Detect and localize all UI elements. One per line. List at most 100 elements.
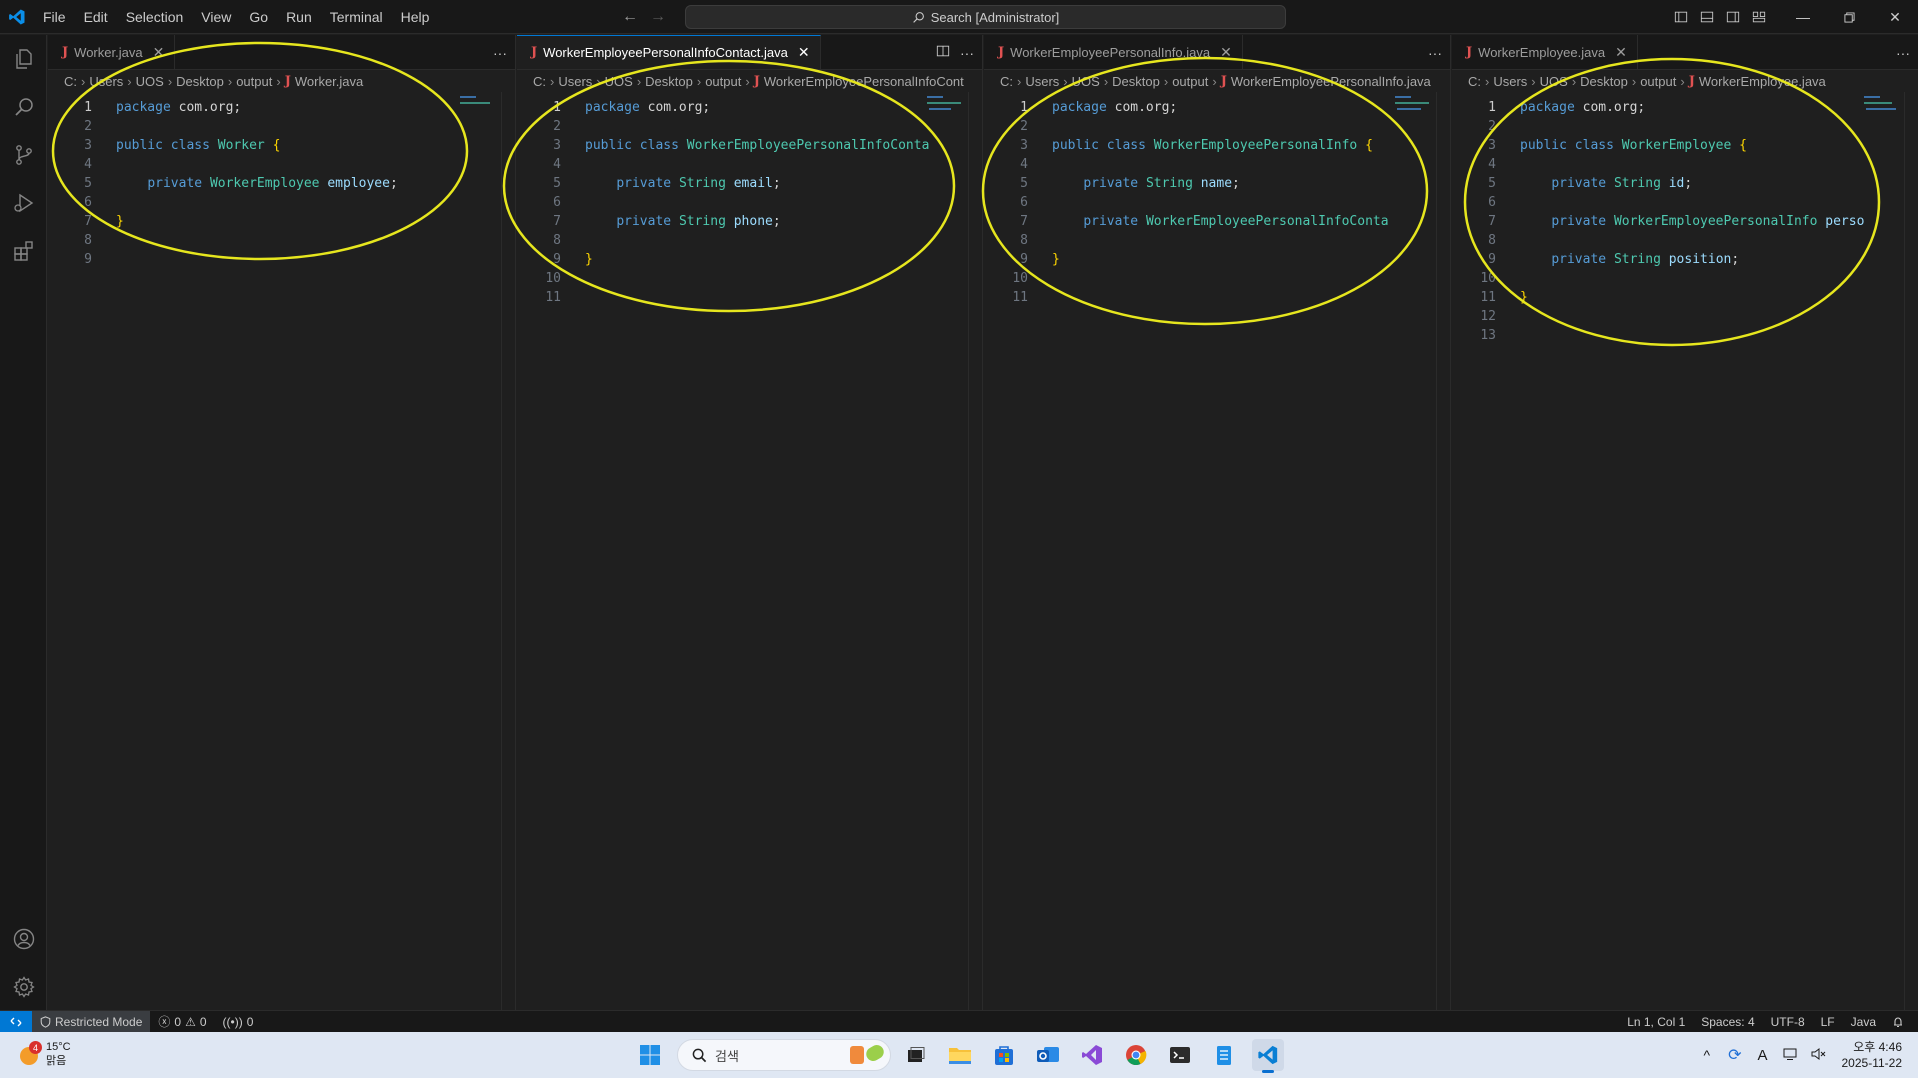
- menu-selection[interactable]: Selection: [117, 0, 193, 34]
- forward-arrow-icon[interactable]: →: [650, 8, 666, 26]
- back-arrow-icon[interactable]: ←: [622, 8, 638, 26]
- command-center-search[interactable]: Search [Administrator]: [685, 5, 1286, 29]
- breadcrumb-item[interactable]: C:: [1468, 74, 1481, 89]
- breadcrumb-item[interactable]: output: [705, 74, 741, 89]
- scrollbar[interactable]: [1436, 92, 1450, 1010]
- menu-file[interactable]: File: [34, 0, 75, 34]
- menu-edit[interactable]: Edit: [75, 0, 117, 34]
- scrollbar[interactable]: [1904, 92, 1918, 1010]
- accounts-icon[interactable]: [0, 915, 47, 963]
- file-explorer-icon[interactable]: [944, 1039, 976, 1071]
- close-window-button[interactable]: ✕: [1872, 0, 1918, 34]
- task-view-icon[interactable]: [900, 1039, 932, 1071]
- menu-terminal[interactable]: Terminal: [321, 0, 392, 34]
- close-tab-icon[interactable]: ✕: [153, 44, 165, 61]
- chrome-icon[interactable]: [1120, 1039, 1152, 1071]
- breadcrumb-item[interactable]: C:: [533, 74, 546, 89]
- problems-indicator[interactable]: ⓧ 0 ⚠ 0: [150, 1013, 214, 1030]
- weather-widget[interactable]: 4 15°C 맑음: [18, 1040, 71, 1068]
- tab-worker-employee-java[interactable]: J WorkerEmployee.java ✕: [1452, 35, 1638, 69]
- terminal-icon[interactable]: [1164, 1039, 1196, 1071]
- close-tab-icon[interactable]: ✕: [1615, 44, 1627, 61]
- more-actions-icon[interactable]: ···: [1428, 45, 1442, 61]
- breadcrumb-item[interactable]: Users: [558, 74, 592, 89]
- minimap[interactable]: [1862, 92, 1902, 152]
- breadcrumb-item[interactable]: output: [1640, 74, 1676, 89]
- toggle-panel-icon[interactable]: [1694, 0, 1720, 34]
- breadcrumb-item[interactable]: Users: [1493, 74, 1527, 89]
- close-tab-icon[interactable]: ✕: [1220, 44, 1232, 61]
- toggle-secondary-sidebar-icon[interactable]: [1720, 0, 1746, 34]
- cursor-position[interactable]: Ln 1, Col 1: [1619, 1015, 1693, 1029]
- tab-worker-employee-personal-info-contact-java[interactable]: J WorkerEmployeePersonalInfoContact.java…: [517, 35, 821, 69]
- minimize-button[interactable]: —: [1780, 0, 1826, 34]
- minimap[interactable]: [458, 92, 498, 152]
- menu-run[interactable]: Run: [277, 0, 321, 34]
- code-editor[interactable]: 1 package com.org; 2 3 public class WorkerEm…: [984, 98, 1450, 307]
- breadcrumb-item[interactable]: Users: [1025, 74, 1059, 89]
- tab-worker-java[interactable]: J Worker.java ✕: [48, 35, 176, 69]
- close-tab-icon[interactable]: ✕: [798, 44, 810, 61]
- extensions-icon[interactable]: [0, 227, 47, 275]
- breadcrumb-item[interactable]: Desktop: [1580, 74, 1628, 89]
- notifications-bell-icon[interactable]: [1884, 1016, 1912, 1028]
- menu-go[interactable]: Go: [240, 0, 277, 34]
- explorer-icon[interactable]: [0, 35, 47, 83]
- vscode-logo-icon[interactable]: [0, 0, 34, 34]
- ime-language-icon[interactable]: A: [1749, 1047, 1775, 1064]
- breadcrumb-item[interactable]: Desktop: [1112, 74, 1160, 89]
- code-editor[interactable]: 1 package com.org; 2 3 public class Worker {…: [48, 98, 515, 269]
- breadcrumb-item[interactable]: UOS: [1072, 74, 1100, 89]
- restricted-mode-indicator[interactable]: Restricted Mode: [32, 1010, 151, 1033]
- indentation[interactable]: Spaces: 4: [1693, 1015, 1762, 1029]
- ports-indicator[interactable]: ((•)) 0: [215, 1015, 262, 1029]
- restore-button[interactable]: [1826, 0, 1872, 34]
- breadcrumb-item[interactable]: C:: [64, 74, 77, 89]
- visual-studio-icon[interactable]: [1076, 1039, 1108, 1071]
- notepad-icon[interactable]: [1208, 1039, 1240, 1071]
- minimap[interactable]: [925, 92, 965, 152]
- show-hidden-icons-chevron-icon[interactable]: ^: [1694, 1047, 1721, 1063]
- code-editor[interactable]: 1 package com.org; 2 3 public class WorkerEm…: [1452, 98, 1918, 345]
- breadcrumb-item[interactable]: UOS: [1540, 74, 1568, 89]
- more-actions-icon[interactable]: ···: [960, 45, 974, 61]
- breadcrumb-file[interactable]: WorkerEmployeePersonalInfoCont: [764, 74, 964, 89]
- more-actions-icon[interactable]: ···: [493, 45, 507, 61]
- tab-worker-employee-personal-info-java[interactable]: J WorkerEmployeePersonalInfo.java ✕: [984, 35, 1243, 69]
- breadcrumb-item[interactable]: UOS: [605, 74, 633, 89]
- remote-indicator-icon[interactable]: [0, 1010, 32, 1033]
- taskbar-search[interactable]: 검색: [677, 1039, 891, 1071]
- search-view-icon[interactable]: [0, 83, 47, 131]
- customize-layout-icon[interactable]: [1746, 0, 1772, 34]
- menu-help[interactable]: Help: [392, 0, 439, 34]
- breadcrumb-file[interactable]: WorkerEmployeePersonalInfo.java: [1231, 74, 1431, 89]
- breadcrumb-item[interactable]: output: [1172, 74, 1208, 89]
- microsoft-store-icon[interactable]: [988, 1039, 1020, 1071]
- encoding[interactable]: UTF-8: [1763, 1015, 1813, 1029]
- end-of-line[interactable]: LF: [1813, 1015, 1843, 1029]
- network-icon[interactable]: [1776, 1047, 1804, 1064]
- sync-icon[interactable]: ⟳: [1720, 1045, 1749, 1065]
- outlook-icon[interactable]: [1032, 1039, 1064, 1071]
- breadcrumb-item[interactable]: UOS: [136, 74, 164, 89]
- code-editor[interactable]: 1 package com.org; 2 3 public class WorkerEm…: [517, 98, 982, 307]
- language-mode[interactable]: Java: [1843, 1015, 1884, 1029]
- breadcrumb-item[interactable]: Desktop: [176, 74, 224, 89]
- vscode-taskbar-icon[interactable]: [1252, 1039, 1284, 1073]
- windows-start-icon[interactable]: [634, 1039, 666, 1071]
- volume-muted-icon[interactable]: [1804, 1047, 1832, 1064]
- breadcrumb-item[interactable]: Desktop: [645, 74, 693, 89]
- manage-gear-icon[interactable]: [0, 963, 47, 1011]
- clock[interactable]: 오후 4:46 2025-11-22: [1832, 1039, 1918, 1071]
- breadcrumb-item[interactable]: output: [236, 74, 272, 89]
- toggle-primary-sidebar-icon[interactable]: [1668, 0, 1694, 34]
- run-debug-icon[interactable]: [0, 179, 47, 227]
- minimap[interactable]: [1393, 92, 1433, 152]
- breadcrumb-item[interactable]: Users: [89, 74, 123, 89]
- scrollbar[interactable]: [968, 92, 982, 1010]
- more-actions-icon[interactable]: ···: [1896, 45, 1910, 61]
- breadcrumb-file[interactable]: WorkerEmployee.java: [1699, 74, 1826, 89]
- source-control-icon[interactable]: [0, 131, 47, 179]
- menu-view[interactable]: View: [192, 0, 240, 34]
- scrollbar[interactable]: [501, 92, 515, 1010]
